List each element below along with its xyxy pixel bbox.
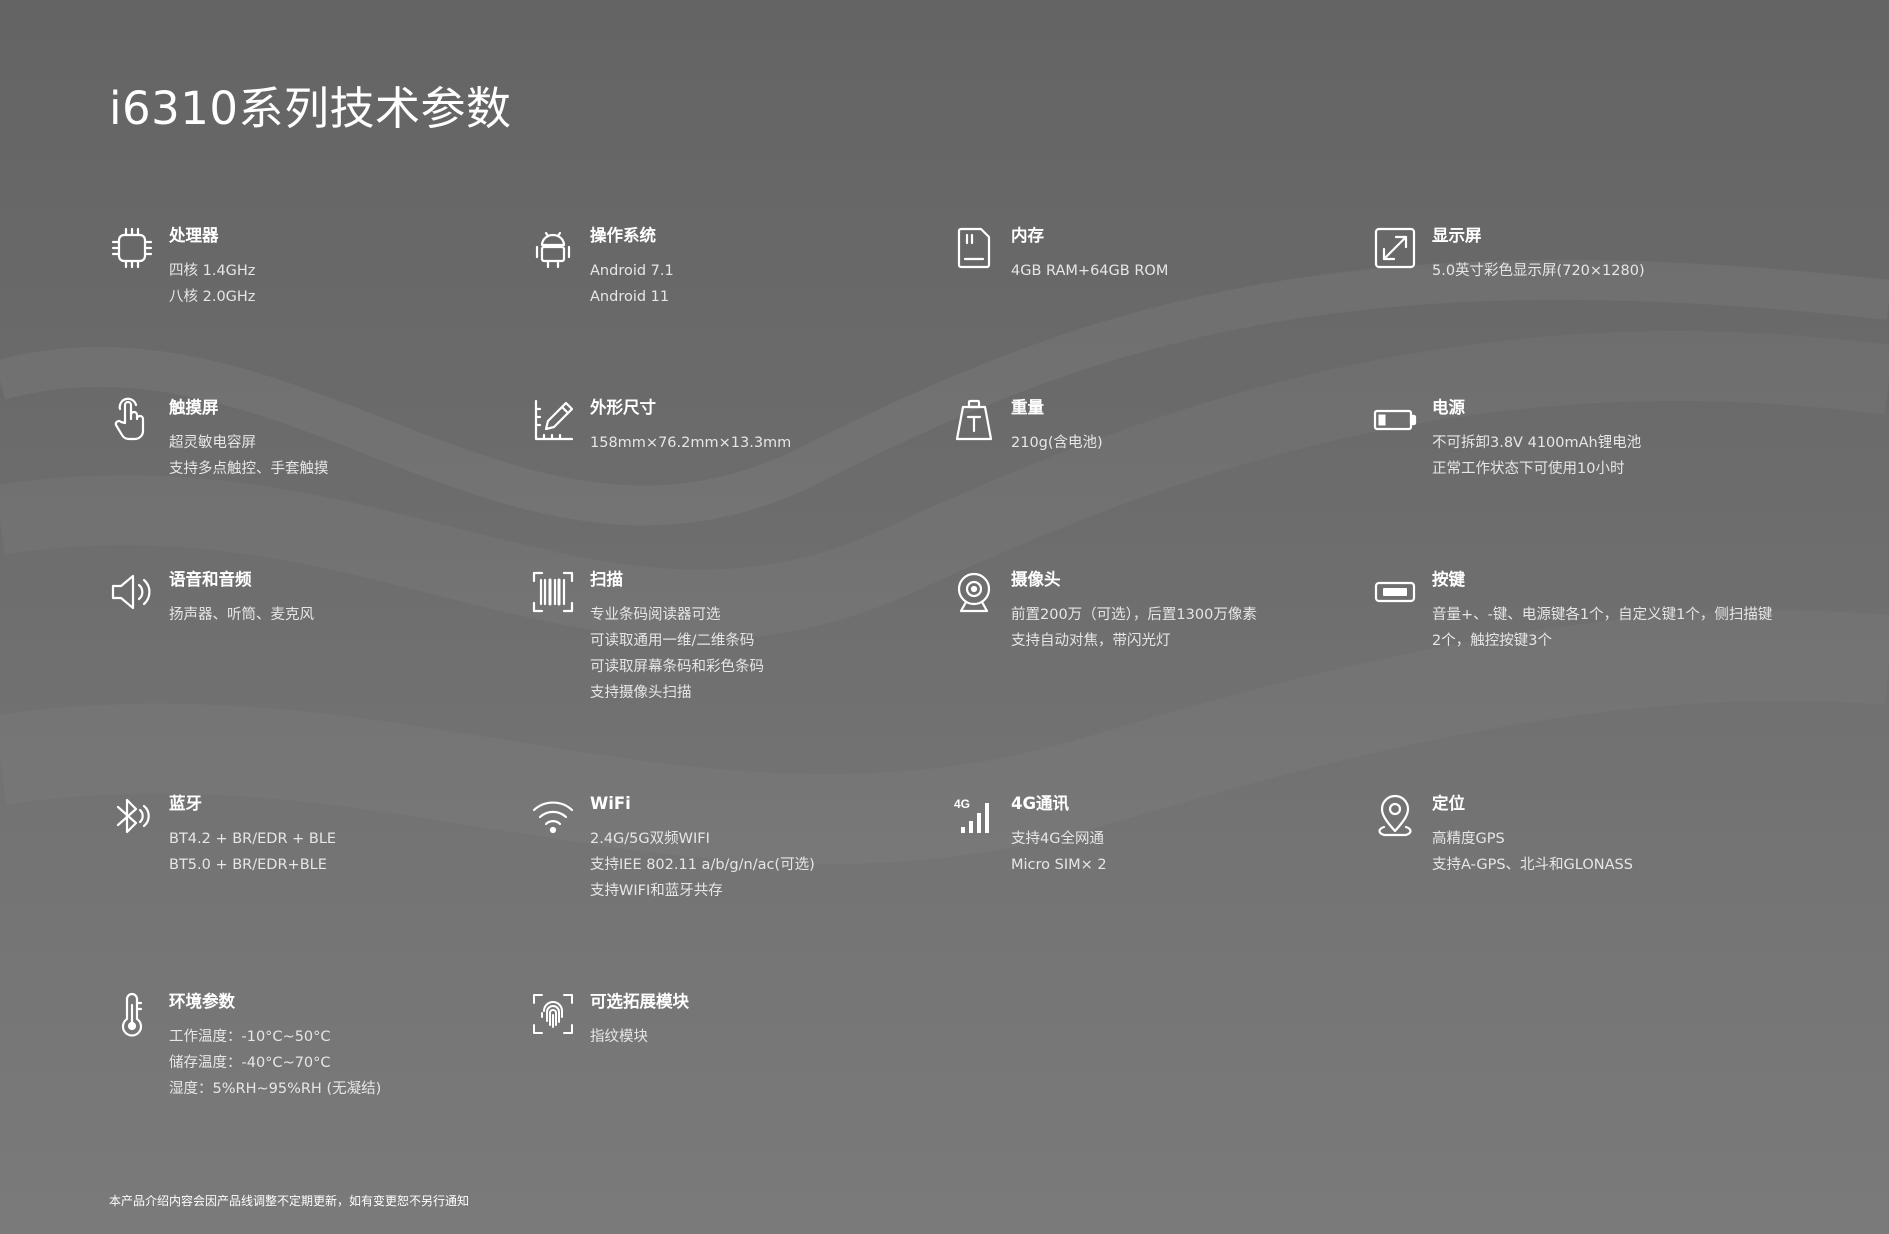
- key-button-icon: [1372, 569, 1418, 615]
- spec-line: 支持IEE 802.11 a/b/g/n/ac(可选): [590, 857, 815, 873]
- spec-title: 语音和音频: [169, 570, 252, 589]
- spec-line: 支持多点触控、手套触摸: [169, 461, 329, 477]
- spec-title: 摄像头: [1011, 570, 1061, 589]
- spec-line: Micro SIM× 2: [1011, 857, 1107, 873]
- fingerprint-icon: [530, 991, 576, 1037]
- spec-line: 工作温度：-10°C~50°C: [169, 1029, 331, 1045]
- spec-title: 环境参数: [169, 992, 235, 1011]
- signal-4g-icon: 4G: [951, 793, 997, 839]
- battery-icon: [1372, 397, 1418, 443]
- spec-line: 支持摄像头扫描: [590, 685, 692, 701]
- spec-line: 支持A-GPS、北斗和GLONASS: [1432, 857, 1633, 873]
- spec-line: Android 11: [590, 289, 670, 305]
- wifi-icon: [530, 793, 576, 839]
- spec-title: 操作系统: [590, 226, 656, 245]
- spec-line: 可读取屏幕条码和彩色条码: [590, 659, 764, 675]
- spec-line: 专业条码阅读器可选: [590, 607, 721, 623]
- sd-card-icon: [951, 225, 997, 271]
- spec-page: i6310系列技术参数 处理器 四核 1.4GHz 八核 2.0GHz 操作系统…: [0, 0, 1889, 1234]
- thermometer-icon: [109, 991, 155, 1037]
- spec-line: 158mm×76.2mm×13.3mm: [590, 435, 792, 451]
- spec-title: 按键: [1432, 570, 1465, 589]
- spec-line: Android 7.1: [590, 263, 674, 279]
- spec-line: 音量+、-键、电源键各1个，自定义键1个，侧扫描键2个，触控按键3个: [1432, 607, 1773, 649]
- spec-line: 扬声器、听筒、麦克风: [169, 607, 314, 623]
- spec-title: WiFi: [590, 794, 631, 813]
- android-icon: [530, 225, 576, 271]
- spec-line: 不可拆卸3.8V 4100mAh锂电池: [1432, 435, 1642, 451]
- expand-screen-icon: [1372, 225, 1418, 271]
- spec-title: 重量: [1011, 398, 1044, 417]
- bluetooth-icon: [109, 793, 155, 839]
- spec-title: 可选拓展模块: [590, 992, 689, 1011]
- page-title: i6310系列技术参数: [109, 82, 512, 135]
- spec-line: 指纹模块: [590, 1029, 648, 1045]
- barcode-scan-icon: [530, 569, 576, 615]
- spec-line: 2.4G/5G双频WIFI: [590, 831, 710, 847]
- spec-line: 四核 1.4GHz: [169, 263, 256, 279]
- spec-title: 电源: [1432, 398, 1465, 417]
- signal-4g-icon-label: 4G: [954, 797, 970, 811]
- spec-line: 超灵敏电容屏: [169, 435, 256, 451]
- webcam-icon: [951, 569, 997, 615]
- footnote: 本产品介绍内容会因产品线调整不定期更新，如有变更恕不另行通知: [109, 1194, 470, 1208]
- spec-line: BT4.2 + BR/EDR + BLE: [169, 831, 337, 847]
- weight-icon: [951, 397, 997, 443]
- spec-line: 八核 2.0GHz: [169, 289, 256, 305]
- spec-title: 内存: [1011, 226, 1044, 245]
- spec-title: 外形尺寸: [590, 398, 656, 417]
- spec-line: 正常工作状态下可使用10小时: [1432, 461, 1625, 477]
- spec-line: 4GB RAM+64GB ROM: [1011, 263, 1169, 279]
- touch-hand-icon: [109, 397, 155, 443]
- spec-line: 湿度：5%RH~95%RH (无凝结): [169, 1081, 382, 1097]
- spec-line: 5.0英寸彩色显示屏(720×1280): [1432, 263, 1645, 279]
- spec-title: 蓝牙: [169, 794, 202, 813]
- spec-title: 触摸屏: [169, 398, 219, 417]
- ruler-pencil-icon: [530, 397, 576, 443]
- spec-line: 210g(含电池): [1011, 435, 1103, 451]
- cpu-chip-icon: [109, 225, 155, 271]
- location-pin-icon: [1372, 793, 1418, 839]
- spec-title: 显示屏: [1432, 226, 1482, 245]
- spec-line: 高精度GPS: [1432, 831, 1505, 847]
- spec-line: 前置200万（可选），后置1300万像素: [1011, 607, 1257, 623]
- speaker-icon: [109, 569, 155, 615]
- spec-title: 4G通讯: [1011, 794, 1070, 813]
- spec-line: 储存温度：-40°C~70°C: [169, 1055, 331, 1071]
- spec-line: 支持WIFI和蓝牙共存: [590, 883, 723, 899]
- spec-line: BT5.0 + BR/EDR+BLE: [169, 857, 327, 873]
- spec-title: 处理器: [169, 226, 219, 245]
- spec-title: 定位: [1432, 794, 1465, 813]
- spec-line: 支持4G全网通: [1011, 831, 1104, 847]
- spec-title: 扫描: [590, 570, 623, 589]
- spec-line: 可读取通用一维/二维条码: [590, 633, 755, 649]
- spec-line: 支持自动对焦，带闪光灯: [1011, 633, 1171, 649]
